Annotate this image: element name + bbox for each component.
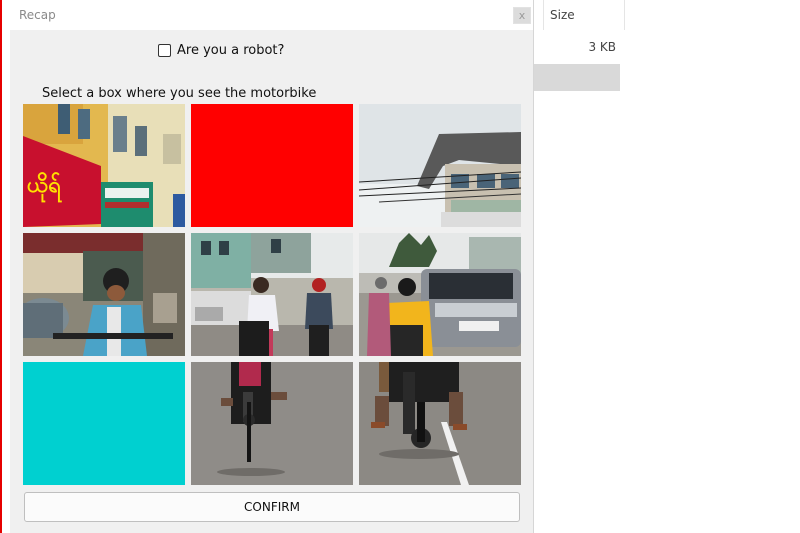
robot-checkbox[interactable] — [158, 44, 171, 57]
selected-file-row[interactable] — [533, 64, 620, 91]
dialog-title: Recap — [19, 8, 56, 22]
captcha-tile-3[interactable] — [359, 104, 521, 227]
captcha-tile-9[interactable] — [359, 362, 521, 485]
captcha-tile-5[interactable] — [191, 233, 353, 356]
captcha-tile-2[interactable] — [191, 104, 353, 227]
close-icon: x — [518, 9, 526, 22]
captcha-instruction: Select a box where you see the motorbike — [42, 86, 317, 101]
background-explorer-pane: Size 3 KB — [533, 0, 800, 533]
captcha-dialog: Recap x Are you a robot? Select a box wh… — [10, 0, 534, 533]
red-window-edge — [0, 0, 2, 533]
captcha-tile-6[interactable] — [359, 233, 521, 356]
captcha-tile-7[interactable] — [23, 362, 185, 485]
size-column-header[interactable]: Size — [543, 0, 625, 30]
captcha-tile-8[interactable] — [191, 362, 353, 485]
file-size-value: 3 KB — [588, 40, 616, 54]
confirm-button[interactable]: CONFIRM — [24, 492, 520, 522]
captcha-tile-1[interactable]: ယိုရ် — [23, 104, 185, 227]
size-column-label: Size — [550, 8, 575, 22]
captcha-tile-4[interactable] — [23, 233, 185, 356]
close-button[interactable]: x — [513, 7, 531, 24]
captcha-image-grid: ယိုရ် — [23, 104, 521, 485]
dialog-titlebar: Recap x — [10, 0, 533, 30]
robot-checkbox-label[interactable]: Are you a robot? — [177, 43, 284, 58]
